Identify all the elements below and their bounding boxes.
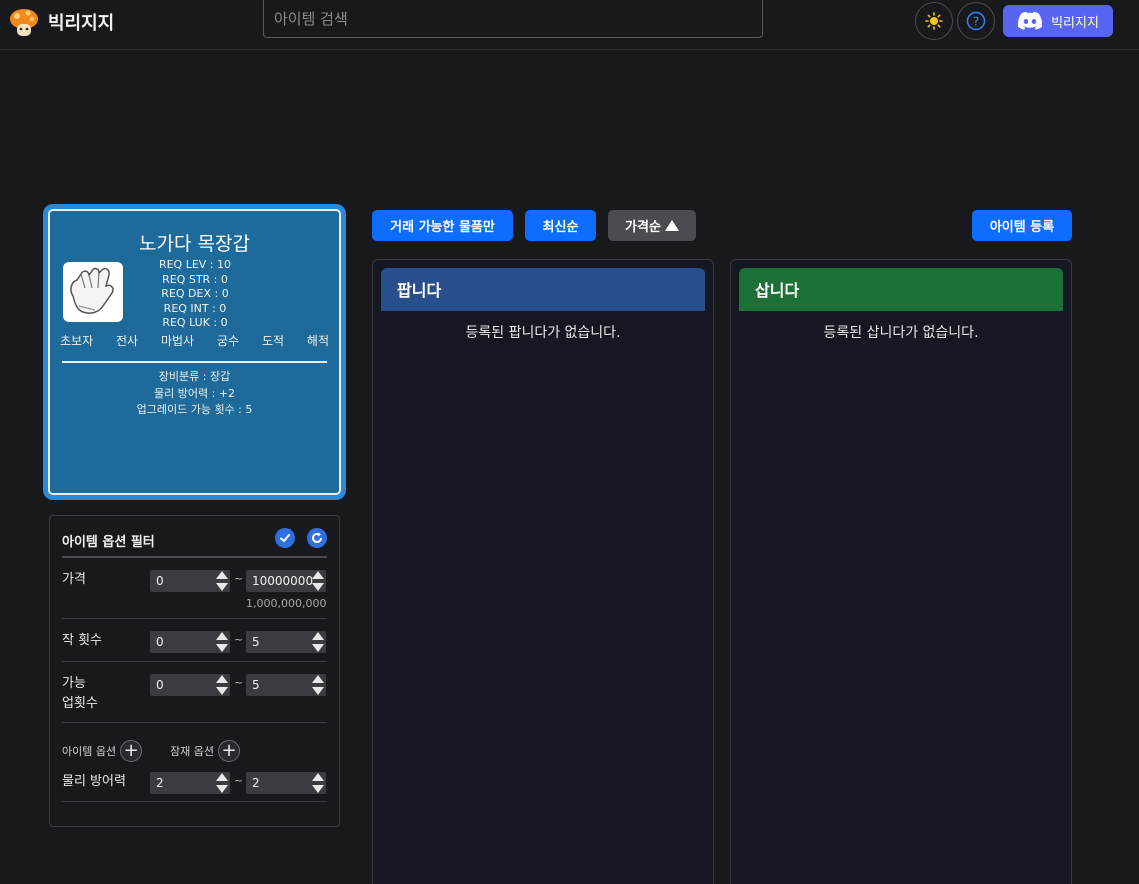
logo-text: 빅리지지 xyxy=(48,13,115,34)
spinner-arrows-icon[interactable] xyxy=(312,675,324,695)
range-tilde: ~ xyxy=(234,633,244,646)
requirements-list: REQ LEV : 10 REQ STR : 0 REQ DEX : 0 REQ… xyxy=(145,258,245,331)
add-potential-option[interactable]: 잠재 옵션 + xyxy=(170,740,240,762)
sell-header: 팝니다 xyxy=(381,268,705,311)
sun-icon xyxy=(925,12,943,30)
range-tilde: ~ xyxy=(234,774,244,787)
item-detail-card: 노가다 목장갑 REQ LEV : 10 REQ STR : 0 REQ DEX… xyxy=(43,204,346,500)
reset-filter-button[interactable] xyxy=(307,528,327,548)
upgrade-count-filter-row: 가능 업횟수 0 ~ 5 xyxy=(62,662,327,723)
svg-text:?: ? xyxy=(973,15,979,29)
job-magician: 마법사 xyxy=(160,334,195,348)
logo[interactable]: 빅리지지 xyxy=(8,6,114,38)
upgrade-count-label-line1: 가능 xyxy=(62,676,86,691)
price-min-input[interactable]: 0 xyxy=(150,570,230,592)
potential-option-label: 잠재 옵션 xyxy=(170,745,214,758)
item-name: 노가다 목장갑 xyxy=(139,233,250,255)
item-card-inner: 노가다 목장갑 REQ LEV : 10 REQ STR : 0 REQ DEX… xyxy=(48,209,341,495)
card-divider xyxy=(62,361,327,363)
add-item-option[interactable]: 아이템 옵션 + xyxy=(62,740,143,762)
job-beginner: 초보자 xyxy=(60,334,94,348)
spinner-arrows-icon[interactable] xyxy=(216,773,228,793)
scroll-count-label: 작 횟수 xyxy=(62,633,103,648)
sell-column: 팝니다 등록된 팝니다가 없습니다. xyxy=(372,259,714,884)
scroll-count-filter-row: 작 횟수 0 ~ 5 xyxy=(62,619,327,662)
req-luk: REQ LUK : 0 xyxy=(162,316,228,330)
reset-icon xyxy=(312,532,322,543)
scroll-count-max-input[interactable]: 5 xyxy=(246,631,326,653)
triangle-up-icon xyxy=(664,220,679,231)
price-max-formatted: 1,000,000,000 xyxy=(246,597,327,610)
filter-header: 아이템 옵션 필터 xyxy=(62,528,327,558)
buy-header: 삽니다 xyxy=(739,268,1063,311)
sort-newest-button[interactable]: 최신순 xyxy=(525,210,596,241)
item-option-label: 아이템 옵션 xyxy=(62,745,117,758)
spinner-arrows-icon[interactable] xyxy=(312,571,324,591)
item-info: 장비분류 : 장갑 물리 방어력 : +2 업그레이드 가능 횟수 : 5 xyxy=(50,369,339,419)
mushroom-logo-icon xyxy=(8,6,40,38)
job-bowman: 궁수 xyxy=(216,334,240,348)
question-icon: ? xyxy=(966,11,986,31)
sell-empty-message: 등록된 팝니다가 없습니다. xyxy=(465,325,621,341)
spinner-arrows-icon[interactable] xyxy=(312,632,324,652)
scroll-count-min-input[interactable]: 0 xyxy=(150,631,230,653)
physical-defense-filter-row: 물리 방어력 2 ~ 2 xyxy=(62,768,327,802)
filter-title: 아이템 옵션 필터 xyxy=(62,535,155,550)
spinner-arrows-icon[interactable] xyxy=(216,571,228,591)
discord-label: 빅리지지 xyxy=(1051,15,1099,31)
check-icon xyxy=(280,534,290,543)
physical-defense-max-input[interactable]: 2 xyxy=(246,772,326,794)
job-list: 초보자 전사 마법사 궁수 도적 해적 xyxy=(60,332,329,349)
req-str: REQ STR : 0 xyxy=(162,272,228,286)
buy-column: 삽니다 등록된 삽니다가 없습니다. xyxy=(730,259,1072,884)
range-tilde: ~ xyxy=(234,572,244,585)
apply-filter-button[interactable] xyxy=(275,528,295,548)
spinner-arrows-icon[interactable] xyxy=(216,675,228,695)
job-thief: 도적 xyxy=(261,334,285,348)
register-item-button[interactable]: 아이템 등록 xyxy=(972,210,1072,241)
price-label: 가격 xyxy=(62,572,86,587)
plus-icon[interactable]: + xyxy=(217,740,240,762)
req-level: REQ LEV : 10 xyxy=(158,258,232,271)
info-physical-defense: 물리 방어력 : +2 xyxy=(153,386,235,400)
info-upgrade-slots: 업그레이드 가능 횟수 : 5 xyxy=(136,403,253,416)
spinner-arrows-icon[interactable] xyxy=(312,773,324,793)
tradeable-only-button[interactable]: 거래 가능한 물품만 xyxy=(372,210,513,241)
spinner-arrows-icon[interactable] xyxy=(216,632,228,652)
white-glove-icon xyxy=(63,262,123,322)
req-int: REQ INT : 0 xyxy=(163,301,227,315)
upgrade-count-max-input[interactable]: 5 xyxy=(246,674,326,696)
top-navbar: 빅리지지 ? 빅리지지 xyxy=(0,0,1139,50)
buy-empty-message: 등록된 삽니다가 없습니다. xyxy=(823,325,979,341)
upgrade-count-label-line2: 업횟수 xyxy=(62,696,98,711)
help-button[interactable]: ? xyxy=(957,2,995,40)
plus-icon[interactable]: + xyxy=(120,740,143,762)
job-pirate: 해적 xyxy=(306,334,329,348)
item-option-filter-panel: 아이템 옵션 필터 가격 0 ~ 10000000 1,000,000,000 … xyxy=(49,515,340,827)
req-dex: REQ DEX : 0 xyxy=(161,287,229,301)
price-filter-row: 가격 0 ~ 10000000 1,000,000,000 xyxy=(62,561,327,619)
range-tilde: ~ xyxy=(234,676,244,689)
sort-price-button[interactable]: 가격순 xyxy=(608,210,696,241)
price-max-input[interactable]: 10000000 xyxy=(246,570,326,592)
physical-defense-label: 물리 방어력 xyxy=(62,774,126,789)
discord-icon xyxy=(1017,11,1043,30)
discord-button[interactable]: 빅리지지 xyxy=(1003,5,1113,37)
job-warrior: 전사 xyxy=(116,334,139,348)
theme-toggle-button[interactable] xyxy=(915,2,953,40)
physical-defense-min-input[interactable]: 2 xyxy=(150,772,230,794)
search-input[interactable] xyxy=(263,0,763,38)
upgrade-count-min-input[interactable]: 0 xyxy=(150,674,230,696)
info-category: 장비분류 : 장갑 xyxy=(158,370,231,383)
